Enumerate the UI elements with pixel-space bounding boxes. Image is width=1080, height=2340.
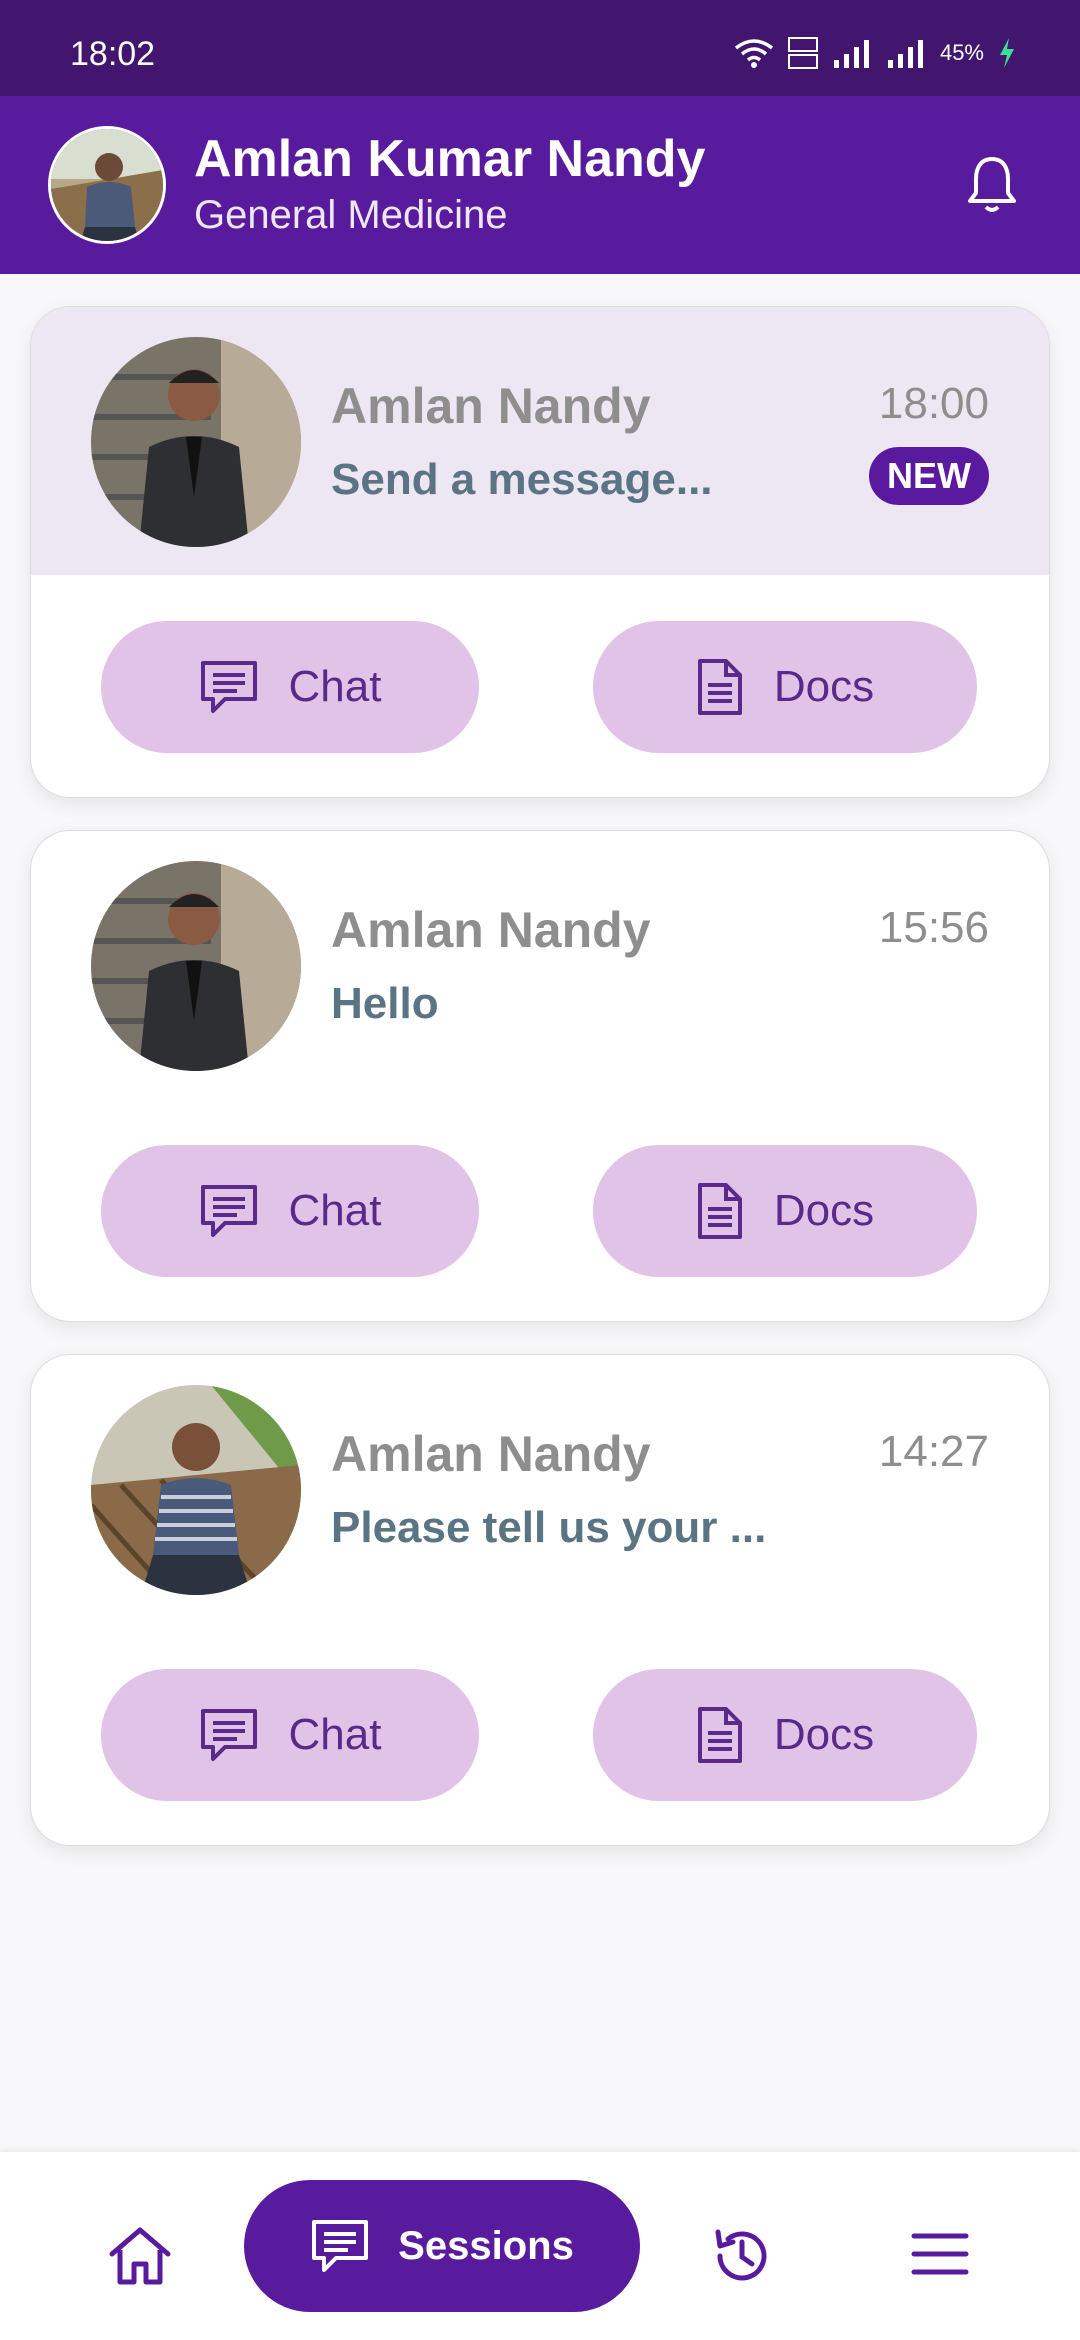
session-card[interactable]: Amlan Nandy 15:56 Hello Chat Docs — [30, 830, 1050, 1322]
session-card-header[interactable]: Amlan Nandy 14:27 Please tell us your ..… — [31, 1355, 1049, 1623]
session-name: Amlan Nandy — [331, 378, 651, 434]
bell-icon[interactable] — [960, 153, 1024, 217]
status-bar: 18:02 45% — [0, 0, 1080, 96]
docs-button[interactable]: Docs — [593, 1669, 977, 1801]
session-time: 18:00 — [878, 379, 989, 428]
status-time: 18:02 — [70, 34, 156, 73]
session-actions: Chat Docs — [31, 1099, 1049, 1321]
chat-icon — [200, 661, 257, 713]
avatar — [91, 1385, 301, 1595]
chat-button[interactable]: Chat — [101, 621, 479, 753]
docs-button[interactable]: Docs — [593, 621, 977, 753]
status-icons: 45% — [734, 26, 1016, 70]
chat-label: Chat — [288, 1710, 382, 1759]
chat-icon — [312, 2220, 369, 2272]
avatar — [91, 861, 301, 1071]
app-header: Amlan Kumar Nandy General Medicine — [0, 96, 1080, 274]
session-last-message: Hello — [331, 979, 439, 1028]
chat-icon — [200, 1185, 257, 1237]
avatar[interactable] — [48, 126, 166, 244]
chat-icon — [200, 1709, 257, 1761]
avatar — [91, 337, 301, 547]
session-actions: Chat Docs — [31, 1623, 1049, 1845]
docs-button[interactable]: Docs — [593, 1145, 977, 1277]
battery-level: 45% — [939, 40, 984, 65]
bottom-nav: Sessions — [0, 2152, 1080, 2340]
wifi-icon — [734, 39, 774, 68]
session-time: 14:27 — [878, 1427, 989, 1476]
session-card[interactable]: Amlan Nandy 14:27 Please tell us your ..… — [30, 1354, 1050, 1846]
signal-icon-2 — [887, 40, 923, 68]
session-actions: Chat Docs — [31, 575, 1049, 797]
avatar-photo — [51, 129, 163, 241]
signal-icon — [833, 40, 869, 68]
document-icon — [697, 659, 742, 715]
session-name: Amlan Nandy — [331, 902, 651, 958]
document-icon — [697, 1183, 742, 1239]
chat-button[interactable]: Chat — [101, 1669, 479, 1801]
chat-label: Chat — [288, 662, 382, 711]
session-last-message: Please tell us your ... — [331, 1503, 767, 1552]
nav-sessions-label: Sessions — [398, 2223, 574, 2268]
volte-icon — [787, 37, 818, 69]
docs-label: Docs — [773, 662, 875, 711]
charging-icon — [1000, 38, 1014, 68]
session-last-message: Send a message... — [331, 455, 713, 504]
doctor-specialty: General Medicine — [194, 193, 508, 237]
document-icon — [697, 1707, 742, 1763]
session-card-header[interactable]: Amlan Nandy 15:56 Hello — [31, 831, 1049, 1099]
doctor-name: Amlan Kumar Nandy — [194, 130, 706, 188]
session-card[interactable]: Amlan Nandy 18:00 Send a message... NEW … — [30, 306, 1050, 798]
chat-label: Chat — [288, 1186, 382, 1235]
session-card-header[interactable]: Amlan Nandy 18:00 Send a message... NEW — [31, 307, 1049, 575]
chat-button[interactable]: Chat — [101, 1145, 479, 1277]
history-icon[interactable] — [710, 2224, 774, 2288]
home-icon[interactable] — [106, 2224, 174, 2288]
new-badge: NEW — [869, 447, 989, 505]
session-name: Amlan Nandy — [331, 1426, 651, 1482]
nav-sessions-button[interactable]: Sessions — [244, 2180, 640, 2312]
session-time: 15:56 — [878, 903, 989, 952]
docs-label: Docs — [773, 1186, 875, 1235]
menu-icon[interactable] — [910, 2224, 970, 2284]
docs-label: Docs — [773, 1710, 875, 1759]
